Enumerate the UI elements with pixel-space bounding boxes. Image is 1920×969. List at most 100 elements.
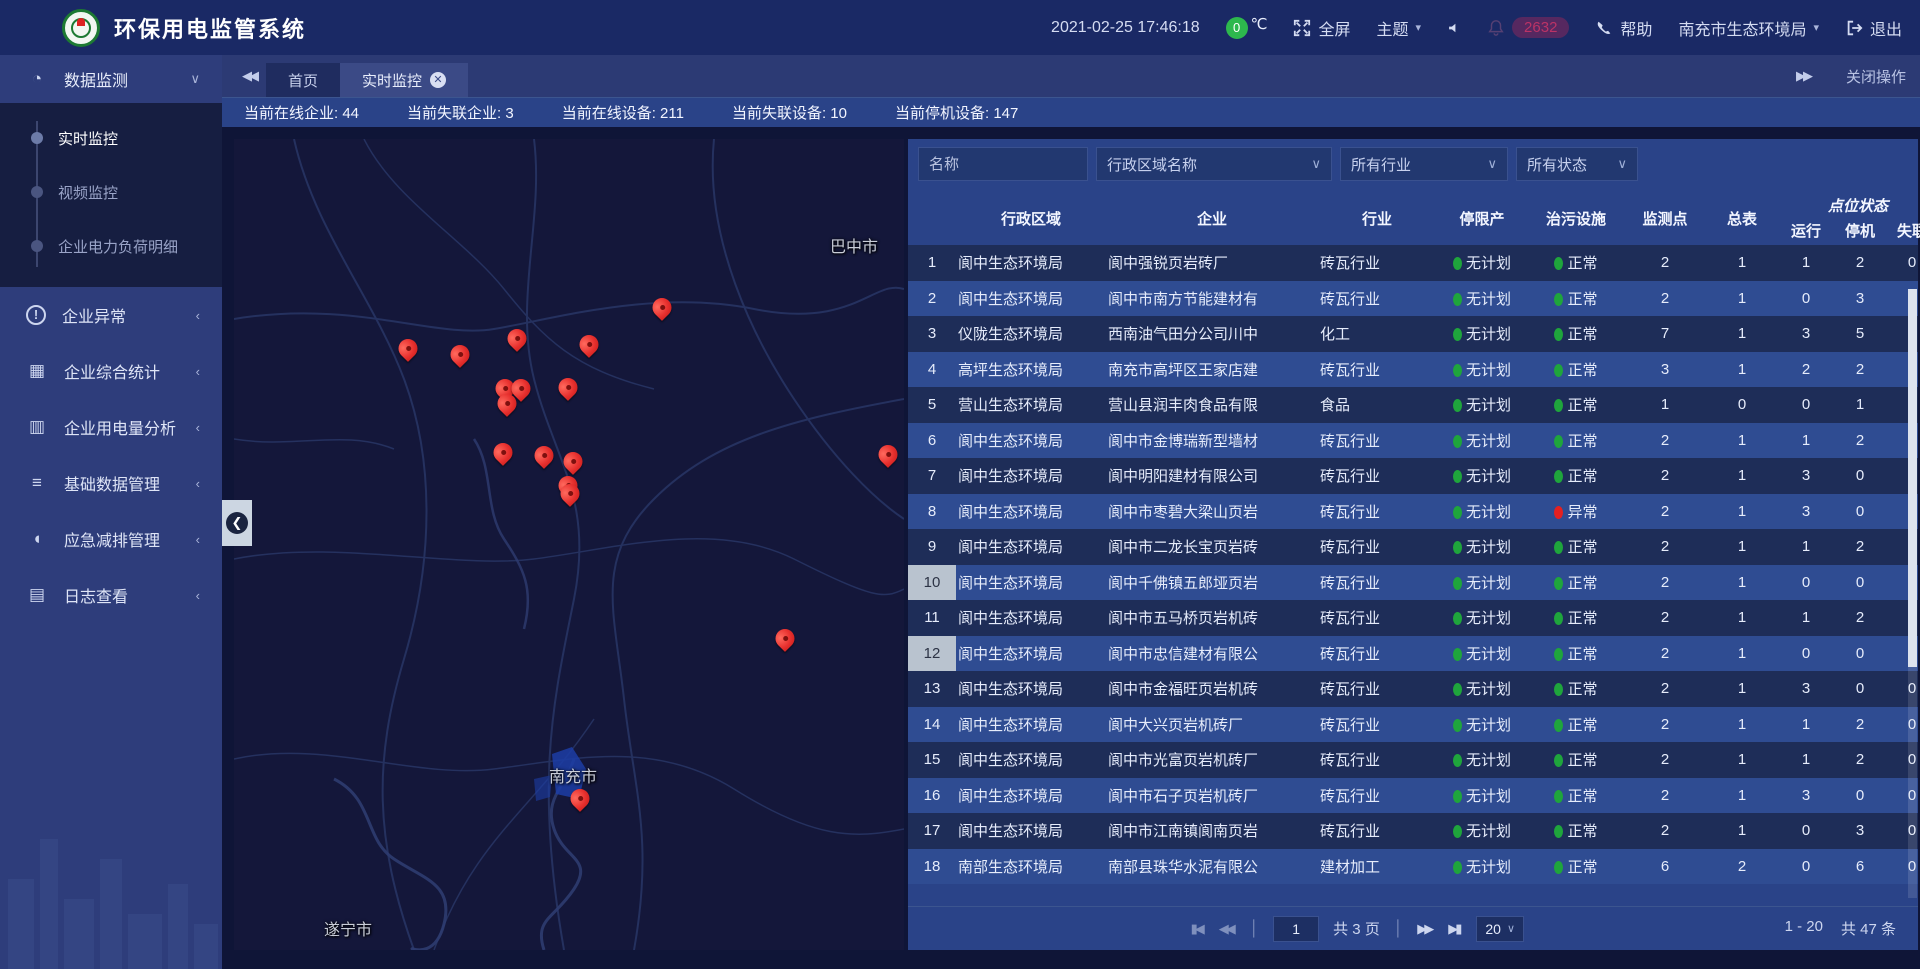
cell-pollution-facility: 正常: [1528, 316, 1624, 352]
col-total-meter[interactable]: 总表: [1706, 191, 1778, 245]
row-number: 7: [908, 458, 956, 494]
table-row[interactable]: 6阆中生态环境局阆中市金博瑞新型墙材砖瓦行业无计划正常21120: [908, 423, 1918, 459]
cell-region: 阆中生态环境局: [956, 565, 1106, 601]
logout-button[interactable]: 退出: [1845, 16, 1902, 40]
help-button[interactable]: 帮助: [1595, 16, 1652, 40]
status-dot-green: [1554, 612, 1563, 625]
first-page-button[interactable]: ▮◀: [1191, 921, 1205, 937]
cell-monitor-points: 2: [1624, 565, 1706, 601]
cell-halted: 2: [1834, 352, 1886, 388]
close-operations-button[interactable]: 关闭操作: [1846, 66, 1906, 87]
cell-industry: 砖瓦行业: [1318, 352, 1436, 388]
table-row[interactable]: 14阆中生态环境局阆中大兴页岩机砖厂砖瓦行业无计划正常21120: [908, 707, 1918, 743]
cell-pollution-facility: 正常: [1528, 671, 1624, 707]
fullscreen-button[interactable]: 全屏: [1293, 16, 1350, 40]
menu-icon: ◖: [26, 529, 48, 549]
cell-pollution-facility: 正常: [1528, 636, 1624, 672]
notifications[interactable]: 2632: [1487, 17, 1569, 38]
col-monitor-points[interactable]: 监测点: [1624, 191, 1706, 245]
name-filter-input[interactable]: [929, 156, 1077, 173]
tabs-scroll-left-icon[interactable]: ◀◀: [242, 68, 256, 84]
table-row[interactable]: 17阆中生态环境局阆中市江南镇阆南页岩砖瓦行业无计划正常21030: [908, 813, 1918, 849]
name-filter[interactable]: [918, 147, 1088, 181]
prev-page-button[interactable]: ◀◀: [1219, 921, 1236, 937]
mute-button[interactable]: [1447, 19, 1461, 37]
table-row[interactable]: 2阆中生态环境局阆中市南方节能建材有砖瓦行业无计划正常21030: [908, 281, 1918, 317]
stat-item: 当前在线设备: 211: [562, 102, 684, 123]
cell-total-meter: 1: [1706, 316, 1778, 352]
sidebar-subitem[interactable]: 实时监控: [0, 111, 222, 165]
sidebar-item[interactable]: !企业异常‹: [0, 287, 222, 343]
cell-monitor-points: 2: [1624, 636, 1706, 672]
row-number: 3: [908, 316, 956, 352]
col-pollution-facility[interactable]: 治污设施: [1528, 191, 1624, 245]
chevron-down-icon: ▾: [1416, 21, 1422, 34]
table-row[interactable]: 13阆中生态环境局阆中市金福旺页岩机砖砖瓦行业无计划正常21300: [908, 671, 1918, 707]
tab-home[interactable]: 首页: [266, 63, 340, 97]
map-panel-collapse-button[interactable]: ❮: [222, 500, 252, 546]
next-page-button[interactable]: ▶▶: [1417, 921, 1434, 937]
close-tab-icon[interactable]: ✕: [430, 72, 446, 88]
sidebar-item[interactable]: ≡基础数据管理‹: [0, 455, 222, 511]
col-running[interactable]: 运行: [1778, 216, 1834, 245]
table-row[interactable]: 1阆中生态环境局阆中强锐页岩砖厂砖瓦行业无计划正常21120: [908, 245, 1918, 281]
col-stop-production[interactable]: 停限产: [1436, 191, 1528, 245]
cell-pollution-facility: 正常: [1528, 813, 1624, 849]
cell-total-meter: 1: [1706, 707, 1778, 743]
cell-region: 阆中生态环境局: [956, 245, 1106, 281]
col-lost[interactable]: 失联: [1886, 216, 1920, 245]
table-row[interactable]: 8阆中生态环境局阆中市枣碧大梁山页岩砖瓦行业无计划异常21300: [908, 494, 1918, 530]
table-row[interactable]: 16阆中生态环境局阆中市石子页岩机砖厂砖瓦行业无计划正常21300: [908, 778, 1918, 814]
sidebar-group-data-monitoring[interactable]: ◔ 数据监测 ∨: [0, 55, 222, 103]
table-row[interactable]: 12阆中生态环境局阆中市忠信建材有限公砖瓦行业无计划正常21003: [908, 636, 1918, 672]
sidebar-item[interactable]: ▤日志查看‹: [0, 567, 222, 623]
industry-filter-select[interactable]: 所有行业 ∨: [1340, 147, 1508, 181]
sidebar-subitem[interactable]: 视频监控: [0, 165, 222, 219]
status-dot-red: [1554, 506, 1563, 519]
table-scrollbar[interactable]: [1908, 289, 1917, 898]
table-row[interactable]: 9阆中生态环境局阆中市二龙长宝页岩砖砖瓦行业无计划正常21120: [908, 529, 1918, 565]
table-row[interactable]: 18南部生态环境局南部县珠华水泥有限公建材加工无计划正常62060: [908, 849, 1918, 885]
col-region[interactable]: 行政区域: [956, 191, 1106, 245]
filter-row: 行政区域名称 ∨ 所有行业 ∨ 所有状态 ∨: [908, 139, 1918, 187]
map-view[interactable]: 巴中市南充市遂宁市: [234, 139, 904, 950]
table-row[interactable]: 4高坪生态环境局南充市高坪区王家店建砖瓦行业无计划正常31220: [908, 352, 1918, 388]
region-filter-select[interactable]: 行政区域名称 ∨: [1096, 147, 1332, 181]
theme-dropdown[interactable]: 主题 ▾: [1377, 16, 1422, 40]
tabs-scroll-right-icon[interactable]: ▶▶: [1796, 68, 1810, 84]
status-filter-select[interactable]: 所有状态 ∨: [1516, 147, 1638, 181]
col-industry[interactable]: 行业: [1318, 191, 1436, 245]
table-row[interactable]: 3仪陇生态环境局西南油气田分公司川中化工无计划正常71350: [908, 316, 1918, 352]
table-row[interactable]: 15阆中生态环境局阆中市光富页岩机砖厂砖瓦行业无计划正常21120: [908, 742, 1918, 778]
table-row[interactable]: 11阆中生态环境局阆中市五马桥页岩机砖砖瓦行业无计划正常21120: [908, 600, 1918, 636]
page-number-input[interactable]: [1273, 916, 1319, 942]
cell-company: 南充市高坪区王家店建: [1106, 352, 1318, 388]
cell-region: 阆中生态环境局: [956, 281, 1106, 317]
cell-pollution-facility: 正常: [1528, 245, 1624, 281]
page-size-select[interactable]: 20 ∨: [1476, 916, 1524, 942]
cell-industry: 建材加工: [1318, 849, 1436, 885]
city-skyline-decoration: [0, 799, 222, 969]
cell-company: 阆中市忠信建材有限公: [1106, 636, 1318, 672]
table-row[interactable]: 7阆中生态环境局阆中明阳建材有限公司砖瓦行业无计划正常21300: [908, 458, 1918, 494]
table-row[interactable]: 5营山生态环境局营山县润丰肉食品有限食品无计划正常10010: [908, 387, 1918, 423]
col-halted[interactable]: 停机: [1834, 216, 1886, 245]
last-page-button[interactable]: ▶▮: [1448, 921, 1462, 937]
sidebar-subitem[interactable]: 企业电力负荷明细: [0, 219, 222, 273]
sidebar-item[interactable]: ◖应急减排管理‹: [0, 511, 222, 567]
col-company[interactable]: 企业: [1106, 191, 1318, 245]
status-dot-green: [1554, 577, 1563, 590]
cell-company: 阆中市二龙长宝页岩砖: [1106, 529, 1318, 565]
cell-company: 阆中市五马桥页岩机砖: [1106, 600, 1318, 636]
status-dot-green: [1554, 470, 1563, 483]
cell-monitor-points: 6: [1624, 849, 1706, 885]
org-dropdown[interactable]: 南充市生态环境局 ▾: [1678, 16, 1819, 40]
cell-monitor-points: 2: [1624, 671, 1706, 707]
sidebar-item[interactable]: ▥企业用电量分析‹: [0, 399, 222, 455]
row-number: 18: [908, 849, 956, 885]
chevron-left-icon: ‹: [196, 308, 200, 323]
sidebar-item[interactable]: ▦企业综合统计‹: [0, 343, 222, 399]
table-row[interactable]: 10阆中生态环境局阆中千佛镇五郎垭页岩砖瓦行业无计划正常21003: [908, 565, 1918, 601]
tab-realtime-monitor[interactable]: 实时监控 ✕: [340, 63, 468, 97]
cell-halted: 0: [1834, 494, 1886, 530]
